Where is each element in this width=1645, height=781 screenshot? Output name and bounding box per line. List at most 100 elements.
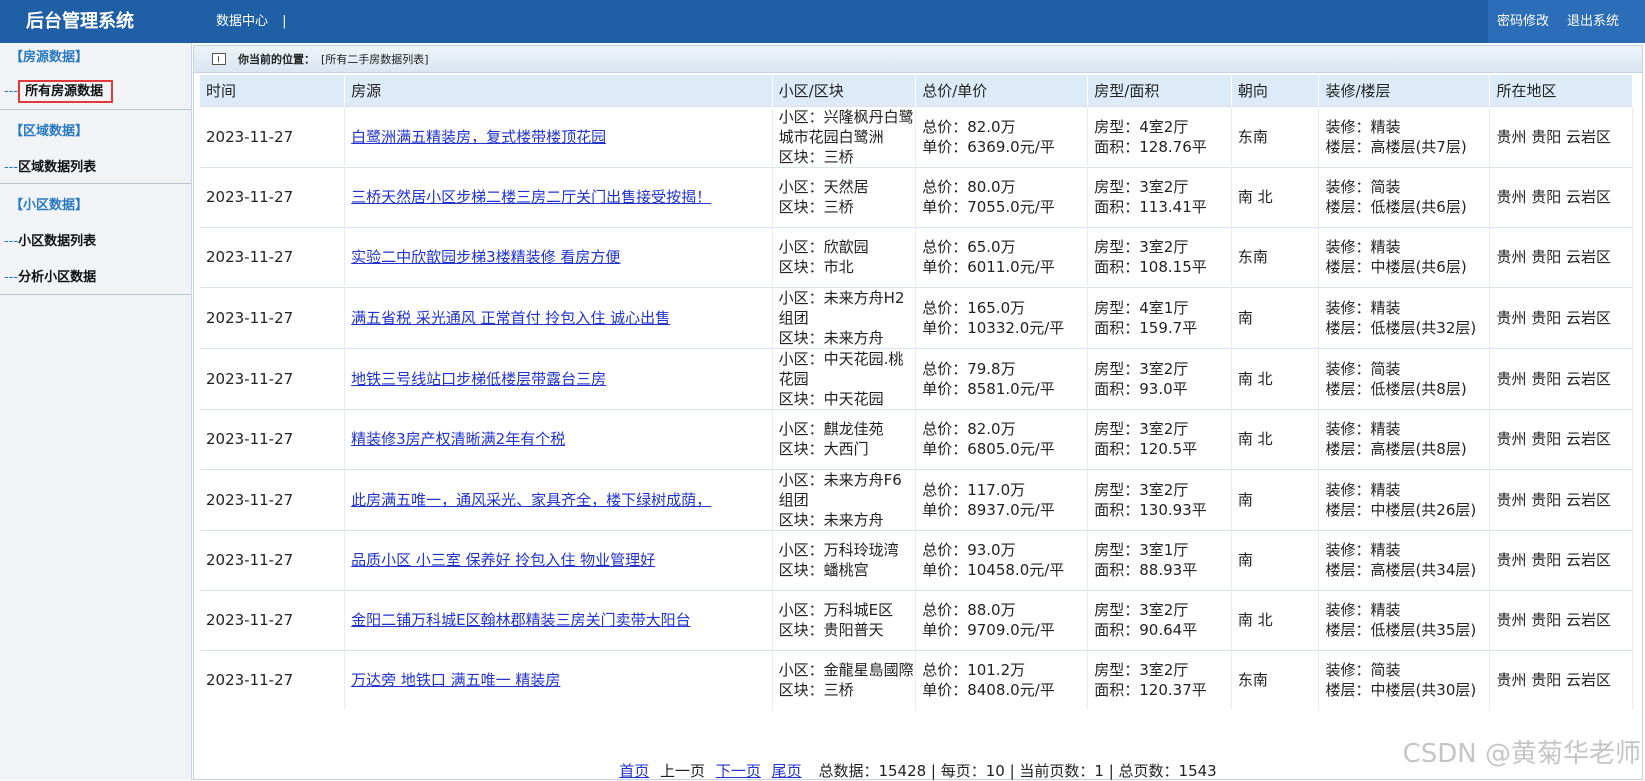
house-title-link[interactable]: 此房满五唯一，通风采光、家具齐全，楼下绿树成荫， (351, 491, 711, 509)
col-header-direction: 朝向 (1231, 75, 1319, 106)
cell-decoration-floor: 楼层：低楼层(共8层) (1325, 379, 1489, 399)
cell-direction-text: 南 (1238, 551, 1253, 569)
table-row: 2023-11-27精装修3房产权清晰满2年有个税小区：麒龙佳苑区块：大西门总价… (200, 409, 1633, 469)
cell-price-total: 总价：80.0万 (922, 177, 1087, 197)
logout-link[interactable]: 退出系统 (1567, 0, 1619, 43)
cell-layout-layout: 房型：3室1厅 (1094, 540, 1231, 560)
cell-decoration: 装修：精装楼层：高楼层(共7层) (1319, 106, 1490, 167)
cell-title-link: 万达旁 地铁口 满五唯一 精装房 (345, 650, 773, 710)
cell-layout-area: 面积：159.7平 (1094, 318, 1231, 338)
cell-community-block: 区块：未来方舟 (779, 328, 916, 348)
house-title-link[interactable]: 品质小区 小三室 保养好 拎包入住 物业管理好 (351, 551, 655, 569)
cell-community-block: 区块：三桥 (779, 680, 916, 700)
cell-decoration: 装修：简装楼层：低楼层(共6层) (1319, 167, 1490, 227)
cell-title-link: 此房满五唯一，通风采光、家具齐全，楼下绿树成荫， (345, 469, 773, 530)
breadcrumb-path: [所有二手房数据列表] (321, 46, 429, 73)
sidebar: 【房源数据】 ---所有房源数据 【区域数据】 ---区域数据列表 【小区数据】… (0, 43, 192, 780)
cell-time-text: 2023-11-27 (206, 188, 293, 206)
cell-layout: 房型：3室1厅面积：88.93平 (1088, 530, 1232, 590)
cell-community-block: 区块：中天花园 (779, 389, 916, 409)
cell-direction-text: 南 北 (1238, 370, 1273, 388)
cell-decoration-floor: 楼层：高楼层(共7层) (1325, 137, 1489, 157)
cell-time: 2023-11-27 (200, 287, 345, 348)
cell-layout-area: 面积：90.64平 (1094, 620, 1231, 640)
sidebar-dash: --- (4, 160, 18, 175)
cell-time: 2023-11-27 (200, 348, 345, 409)
house-title-link[interactable]: 金阳二铺万科城E区翰林郡精装三房关门卖带大阳台 (351, 611, 690, 629)
cell-region: 贵州 贵阳 云岩区 (1490, 469, 1633, 530)
sidebar-item-label: 小区数据列表 (18, 234, 96, 249)
sidebar-item-label: 分析小区数据 (18, 270, 96, 285)
cell-decoration: 装修：精装楼层：中楼层(共26层) (1319, 469, 1490, 530)
cell-decoration-deco: 装修：简装 (1325, 177, 1489, 197)
house-title-link[interactable]: 地铁三号线站口步梯低楼层带露台三房 (351, 370, 606, 388)
cell-community-community: 小区：欣歆园 (779, 237, 916, 257)
house-title-link[interactable]: 精装修3房产权清晰满2年有个税 (351, 430, 565, 448)
sidebar-heading-house: 【房源数据】 (10, 46, 88, 65)
cell-community-community: 小区：麒龙佳苑 (779, 419, 916, 439)
house-title-link[interactable]: 白鹭洲满五精装房，复式楼带楼顶花园 (351, 128, 606, 146)
cell-region-text: 贵州 贵阳 云岩区 (1496, 491, 1611, 509)
sidebar-item-community-list[interactable]: ---小区数据列表 (4, 230, 96, 249)
cell-price-total: 总价：93.0万 (922, 540, 1087, 560)
house-title-link[interactable]: 三桥天然居小区步梯二楼三房二厅关门出售接受按揭！ (351, 188, 711, 206)
cell-community-block: 区块：贵阳普天 (779, 620, 916, 640)
change-password-link[interactable]: 密码修改 (1497, 0, 1549, 43)
cell-price-unit: 单价：6011.0元/平 (922, 257, 1087, 277)
sidebar-divider (0, 294, 191, 295)
pager-next[interactable]: 下一页 (716, 762, 761, 780)
nav-data-center[interactable]: 数据中心 (216, 14, 268, 29)
cell-price-unit: 单价：10458.0元/平 (922, 560, 1087, 580)
cell-decoration-floor: 楼层：高楼层(共8层) (1325, 439, 1489, 459)
col-header-title: 房源 (345, 75, 773, 106)
cell-price-unit: 单价：8581.0元/平 (922, 379, 1087, 399)
breadcrumb-label: 你当前的位置： (238, 46, 315, 73)
house-title-link[interactable]: 满五省税 采光通风 正常首付 拎包入住 诚心出售 (351, 309, 670, 327)
cell-direction-text: 东南 (1238, 248, 1268, 266)
cell-price-total: 总价：79.8万 (922, 359, 1087, 379)
table-row: 2023-11-27三桥天然居小区步梯二楼三房二厅关门出售接受按揭！小区：天然居… (200, 167, 1633, 227)
cell-community: 小区：万科玲珑湾区块：蟠桃宫 (772, 530, 916, 590)
sidebar-item-community-analysis[interactable]: ---分析小区数据 (4, 266, 96, 285)
cell-region: 贵州 贵阳 云岩区 (1490, 348, 1633, 409)
cell-direction-text: 东南 (1238, 671, 1268, 689)
cell-layout-layout: 房型：4室1厅 (1094, 298, 1231, 318)
cell-community-block: 区块：三桥 (779, 147, 916, 167)
cell-direction: 东南 (1231, 106, 1319, 167)
cell-price: 总价：93.0万单价：10458.0元/平 (916, 530, 1088, 590)
pager-last[interactable]: 尾页 (772, 762, 802, 780)
cell-layout-layout: 房型：3室2厅 (1094, 177, 1231, 197)
cell-price: 总价：117.0万单价：8937.0元/平 (916, 469, 1088, 530)
breadcrumb: 你当前的位置： [所有二手房数据列表] (194, 46, 1642, 73)
top-bar: 后台管理系统 数据中心 | 密码修改 退出系统 (0, 0, 1645, 43)
cell-direction-text: 南 (1238, 491, 1253, 509)
cell-price-total: 总价：88.0万 (922, 600, 1087, 620)
house-title-link[interactable]: 实验二中欣歆园步梯3楼精装修 看房方便 (351, 248, 620, 266)
cell-title-link: 地铁三号线站口步梯低楼层带露台三房 (345, 348, 773, 409)
cell-community-community: 小区：兴隆枫丹白鹭城市花园白鹭洲 (779, 107, 916, 147)
cell-direction-text: 南 北 (1238, 611, 1273, 629)
app-title: 后台管理系统 (26, 0, 134, 43)
cell-price-unit: 单价：8937.0元/平 (922, 500, 1087, 520)
cell-price-unit: 单价：8408.0元/平 (922, 680, 1087, 700)
cell-time-text: 2023-11-27 (206, 611, 293, 629)
sidebar-item-all-houses[interactable]: ---所有房源数据 (4, 80, 113, 99)
cell-layout: 房型：4室2厅面积：128.76平 (1088, 106, 1232, 167)
cell-decoration-deco: 装修：精装 (1325, 117, 1489, 137)
cell-region: 贵州 贵阳 云岩区 (1490, 590, 1633, 650)
cell-community-block: 区块：蟠桃宫 (779, 560, 916, 580)
cell-decoration-deco: 装修：精装 (1325, 298, 1489, 318)
table-header-row: 时间 房源 小区/区块 总价/单价 房型/面积 朝向 装修/楼层 所在地区 (200, 75, 1633, 106)
house-title-link[interactable]: 万达旁 地铁口 满五唯一 精装房 (351, 671, 560, 689)
cell-layout-area: 面积：88.93平 (1094, 560, 1231, 580)
cell-layout-layout: 房型：3室2厅 (1094, 237, 1231, 257)
sidebar-dash: --- (4, 84, 18, 99)
cell-price: 总价：101.2万单价：8408.0元/平 (916, 650, 1088, 710)
cell-price-unit: 单价：6369.0元/平 (922, 137, 1087, 157)
cell-decoration-floor: 楼层：低楼层(共6层) (1325, 197, 1489, 217)
pager-first[interactable]: 首页 (619, 762, 649, 780)
cell-time-text: 2023-11-27 (206, 671, 293, 689)
col-header-price: 总价/单价 (916, 75, 1088, 106)
sidebar-item-region-list[interactable]: ---区域数据列表 (4, 156, 96, 175)
cell-community: 小区：兴隆枫丹白鹭城市花园白鹭洲区块：三桥 (772, 106, 916, 167)
